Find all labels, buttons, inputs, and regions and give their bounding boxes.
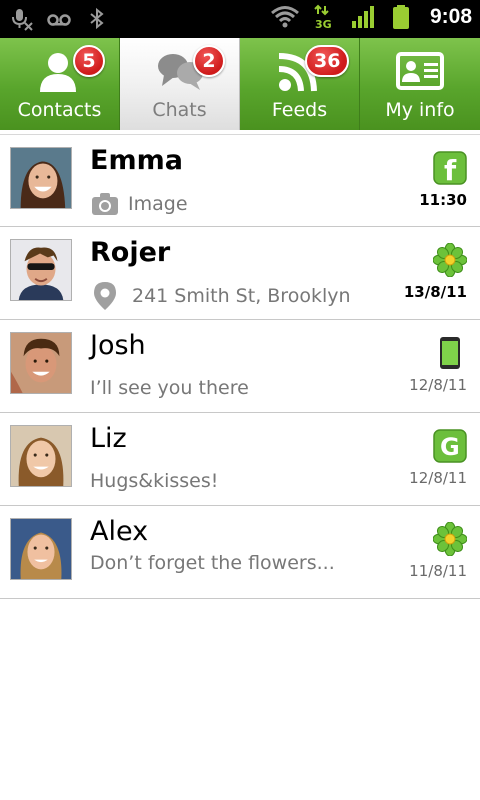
tab-chats-label: Chats <box>152 99 207 121</box>
chat-row-alex[interactable]: Alex Don’t forget the flowers... 11/8/11 <box>0 506 480 599</box>
my-info-icon <box>396 52 444 90</box>
preview-text: Don’t forget the flowers... <box>90 552 335 574</box>
avatar <box>10 518 72 580</box>
message-preview: I’ll see you there <box>90 377 249 399</box>
message-preview: 241 Smith St, Brooklyn <box>90 281 351 311</box>
timestamp: 11:30 <box>419 191 467 209</box>
contacts-badge: 5 <box>73 45 105 77</box>
timestamp: 13/8/11 <box>403 283 467 301</box>
tab-my-info[interactable]: My info <box>360 38 480 130</box>
preview-text: Hugs&kisses! <box>90 470 219 492</box>
google-talk-icon: G <box>433 429 467 463</box>
contact-name: Rojer <box>90 237 171 268</box>
timestamp: 11/8/11 <box>409 562 467 580</box>
feeds-badge: 36 <box>305 45 350 77</box>
facebook-icon: f <box>433 151 467 185</box>
chat-row-liz[interactable]: Liz Hugs&kisses! G 12/8/11 <box>0 413 480 506</box>
voicemail-icon <box>47 14 71 26</box>
avatar <box>10 239 72 301</box>
preview-text: 241 Smith St, Brooklyn <box>132 285 351 307</box>
contact-name: Josh <box>90 330 146 361</box>
phone-sms-icon <box>440 337 460 369</box>
chat-row-josh[interactable]: Josh I’ll see you there 12/8/11 <box>0 320 480 413</box>
icq-flower-icon <box>433 243 467 277</box>
preview-text: Image <box>128 193 188 215</box>
svg-text:G: G <box>440 433 460 461</box>
timestamp: 12/8/11 <box>409 376 467 394</box>
chats-badge: 2 <box>193 45 225 77</box>
wifi-icon <box>271 6 299 28</box>
contact-name: Liz <box>90 423 127 454</box>
avatar <box>10 332 72 394</box>
contact-name: Emma <box>90 145 183 176</box>
message-preview: Hugs&kisses! <box>90 470 218 492</box>
chat-row-emma[interactable]: Emma Image f 11:30 <box>0 134 480 227</box>
location-pin-icon <box>94 282 116 310</box>
avatar <box>10 147 72 209</box>
chat-row-rojer[interactable]: Rojer 241 Smith St, Brooklyn 13/8/11 <box>0 227 480 320</box>
battery-icon <box>392 5 409 29</box>
preview-text: I’ll see you there <box>90 377 249 399</box>
svg-text:f: f <box>444 154 457 185</box>
bluetooth-icon <box>90 7 104 30</box>
timestamp: 12/8/11 <box>409 469 467 487</box>
network-type-label: 3G <box>315 18 332 30</box>
mic-muted-icon <box>12 9 33 31</box>
tab-contacts-label: Contacts <box>17 99 102 121</box>
tab-feeds[interactable]: 36 Feeds <box>240 38 360 130</box>
tab-feeds-label: Feeds <box>271 99 328 121</box>
tab-bar: 5 Contacts 2 Chats 36 Feeds My info <box>0 38 480 130</box>
status-bar: 3G 9:08 <box>0 0 480 38</box>
tab-contacts[interactable]: 5 Contacts <box>0 38 120 130</box>
clock: 9:08 <box>429 5 472 28</box>
avatar <box>10 425 72 487</box>
message-preview: Image <box>90 189 188 219</box>
network-3g-icon: 3G <box>314 4 332 30</box>
icq-flower-icon <box>433 522 467 556</box>
tab-chats[interactable]: 2 Chats <box>120 38 240 130</box>
tab-my-info-label: My info <box>385 99 455 121</box>
signal-icon <box>351 6 374 28</box>
chat-list: Emma Image f 11:30 Rojer 241 Smith St, B… <box>0 134 480 599</box>
camera-icon <box>92 193 118 215</box>
contact-name: Alex <box>90 516 149 547</box>
message-preview: Don’t forget the flowers... <box>90 552 335 574</box>
